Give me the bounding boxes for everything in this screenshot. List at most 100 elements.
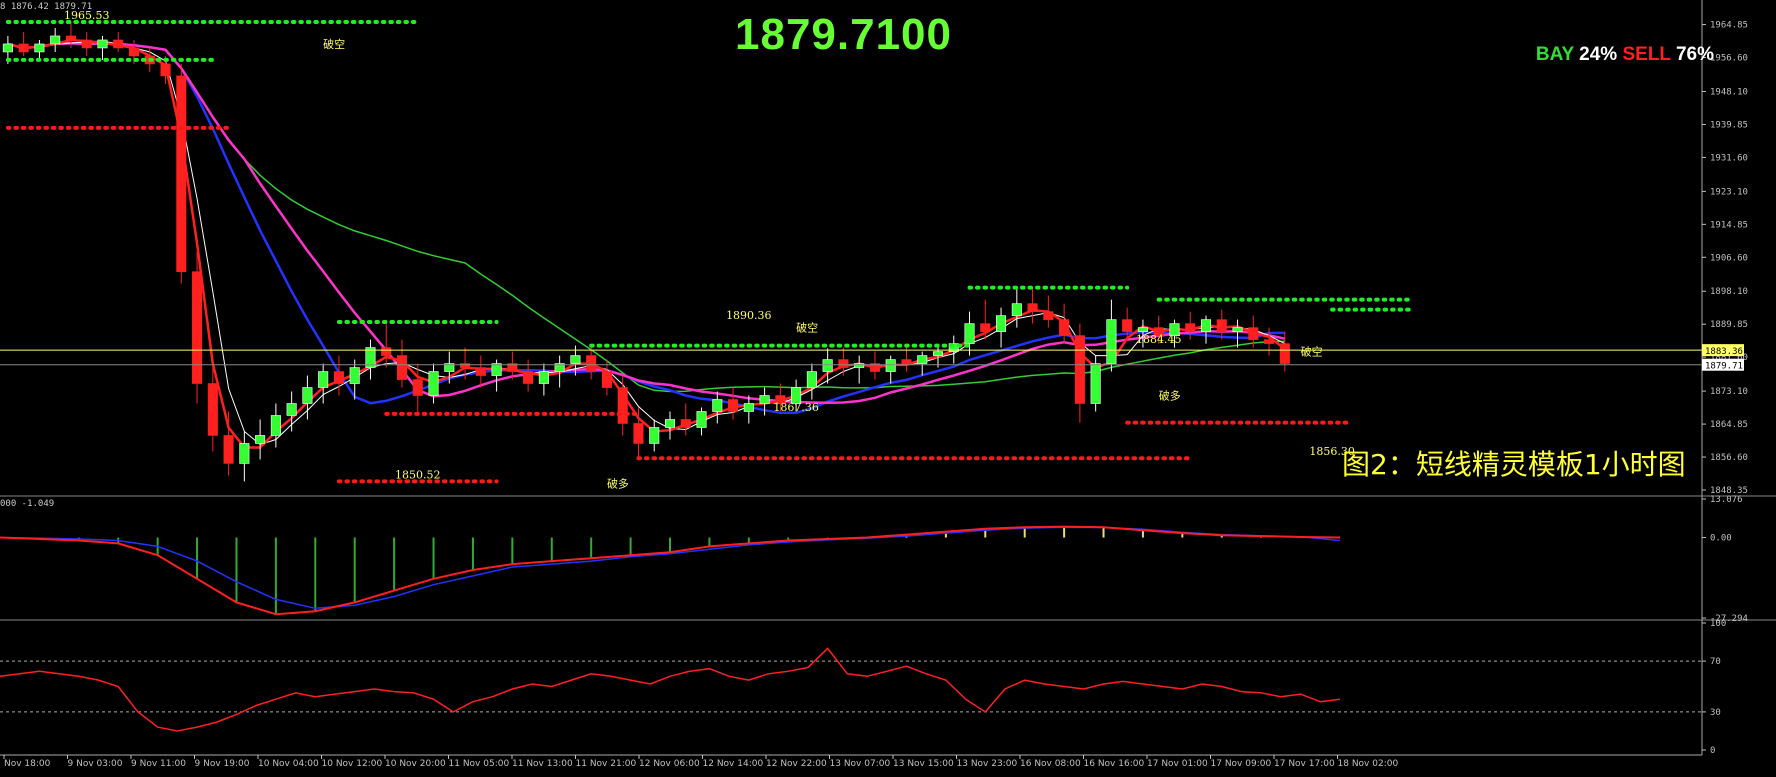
chart-caption: 图2：短线精灵模板1小时图 xyxy=(1342,448,1686,481)
candle-body xyxy=(1027,303,1038,312)
candle-body xyxy=(223,435,234,464)
candle-body xyxy=(538,371,549,384)
candle-body xyxy=(1122,319,1133,332)
candle-body xyxy=(728,399,739,412)
price-tick-label: 1856.60 xyxy=(1710,453,1748,463)
candle-body xyxy=(586,355,597,372)
candle-body xyxy=(349,367,360,384)
price-tick-label: 1873.10 xyxy=(1710,387,1748,397)
signal-mark: 破空 xyxy=(796,321,818,335)
candle-body xyxy=(1011,303,1022,316)
candle-body xyxy=(854,363,865,368)
candle-body xyxy=(649,427,660,444)
candle-body xyxy=(696,411,707,428)
time-tick-label: 17 Nov 09:00 xyxy=(1211,759,1272,769)
candle-body xyxy=(822,359,833,372)
candle-body xyxy=(381,347,392,356)
time-tick-label: 16 Nov 08:00 xyxy=(1020,759,1081,769)
marked-price-tag-label: 1883.36 xyxy=(1705,347,1743,357)
candle-body xyxy=(806,371,817,388)
sentiment-readout: BAY 24% SELL 76% xyxy=(1536,44,1714,66)
price-tick-label: 1964.85 xyxy=(1710,21,1748,31)
macd-tick-label: 0.00 xyxy=(1710,534,1732,544)
candle-body xyxy=(1232,327,1243,332)
candle-body xyxy=(917,355,928,364)
signal-mark: 破多 xyxy=(1159,389,1181,403)
ohlc-header: 8 1876.42 1879.71 xyxy=(0,2,93,12)
chart-window: 1964.85 1956.60 1948.10 1939.85 1931.60 1923.… xyxy=(0,0,1776,777)
candle-body xyxy=(617,387,628,424)
candle-body xyxy=(712,399,723,412)
candle-body xyxy=(160,63,171,77)
candle-body xyxy=(475,367,486,376)
time-tick-label: 13 Nov 15:00 xyxy=(893,759,954,769)
candle-body xyxy=(1248,327,1259,340)
price-tick-label: 1906.60 xyxy=(1710,253,1748,263)
osc-tick-label: 100 xyxy=(1710,619,1726,629)
candle-body xyxy=(885,359,896,372)
candle-body xyxy=(1185,323,1196,332)
price-tick-label: 1898.10 xyxy=(1710,287,1748,297)
signal-mark: 破多 xyxy=(607,476,629,490)
time-tick-label: 13 Nov 23:00 xyxy=(957,759,1018,769)
candle-body xyxy=(601,371,612,388)
candle-body xyxy=(286,403,297,416)
candle-body xyxy=(1074,335,1085,404)
time-tick-label: 11 Nov 05:00 xyxy=(449,759,510,769)
candle-body xyxy=(192,271,203,384)
chart-canvas: 1964.85 1956.60 1948.10 1939.85 1931.60 1923.… xyxy=(0,0,1776,769)
price-tick-label: 1948.10 xyxy=(1710,87,1748,97)
osc-tick-label: 30 xyxy=(1710,708,1721,718)
candle-body xyxy=(255,435,266,444)
candle-body xyxy=(396,355,408,380)
price-annotation: 1850.52 xyxy=(395,468,441,481)
candle-body xyxy=(491,363,502,376)
time-tick-label: 10 Nov 04:00 xyxy=(258,759,319,769)
price-tick-label: 1914.85 xyxy=(1710,220,1748,230)
price-tick-label: 1956.60 xyxy=(1710,54,1748,64)
signal-mark: 破空 xyxy=(323,37,345,51)
candle-body xyxy=(333,371,344,384)
candle-body xyxy=(1216,319,1227,332)
candle-body xyxy=(176,75,187,272)
candle-body xyxy=(1200,319,1212,332)
candle-body xyxy=(996,315,1007,332)
candle-body xyxy=(838,359,849,368)
time-tick-label: 9 Nov 11:00 xyxy=(131,759,186,769)
price-annotation: 1884.45 xyxy=(1136,333,1182,346)
candle-body xyxy=(1090,363,1101,404)
time-tick-label: 18 Nov 02:00 xyxy=(1338,759,1399,769)
candle-body xyxy=(34,43,45,53)
macd-tick-label: 13.076 xyxy=(1710,495,1743,505)
candle-body xyxy=(1059,319,1070,336)
candle-body xyxy=(932,351,944,356)
buy-label: BAY xyxy=(1535,44,1574,65)
candle-body xyxy=(743,403,754,412)
price-tick-label: 1889.85 xyxy=(1710,320,1748,330)
candle-body xyxy=(964,323,975,344)
price-tick-label: 1939.85 xyxy=(1710,120,1748,130)
time-tick-label: 10 Nov 12:00 xyxy=(322,759,383,769)
candle-body xyxy=(759,395,770,404)
candle-body xyxy=(680,419,691,428)
candle-body xyxy=(207,383,218,436)
candle-body xyxy=(2,43,13,53)
time-tick-label: 11 Nov 13:00 xyxy=(512,759,573,769)
candle-body xyxy=(318,371,329,388)
candle-body xyxy=(1043,311,1054,320)
candle-body xyxy=(128,47,140,57)
candle-body xyxy=(1137,327,1148,332)
time-tick-label: 17 Nov 01:00 xyxy=(1147,759,1208,769)
time-tick-label: Nov 18:00 xyxy=(4,759,51,769)
candle-body xyxy=(97,39,108,49)
price-annotation: 1867.36 xyxy=(773,401,819,414)
price-tick-label: 1931.60 xyxy=(1710,153,1748,163)
osc-tick-label: 70 xyxy=(1710,657,1721,667)
osc-tick-label: 0 xyxy=(1710,746,1715,756)
candle-body xyxy=(65,35,76,41)
candle-body xyxy=(1264,339,1275,344)
time-tick-label: 10 Nov 20:00 xyxy=(385,759,446,769)
current-price-tag-label: 1879.71 xyxy=(1705,362,1743,372)
candle-body xyxy=(412,379,423,396)
candle-body xyxy=(460,363,471,368)
